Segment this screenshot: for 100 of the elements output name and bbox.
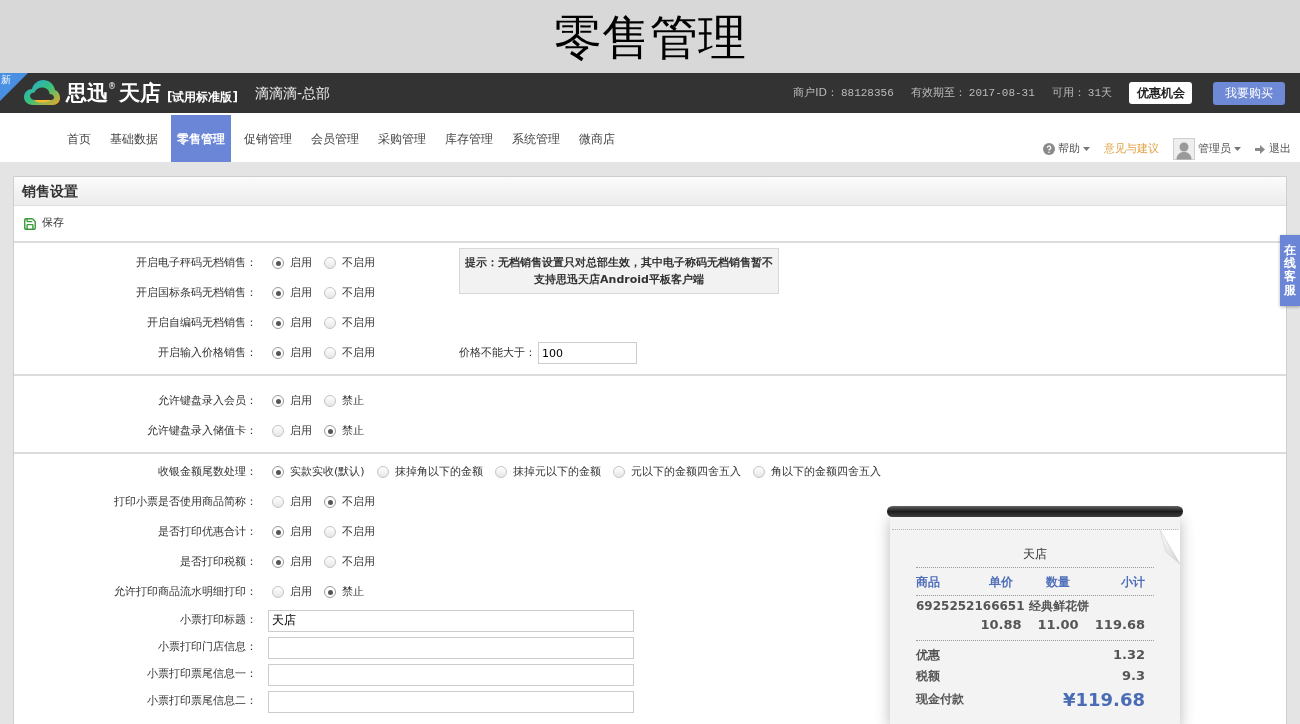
radio-button[interactable] bbox=[324, 257, 336, 269]
save-icon bbox=[23, 216, 37, 231]
brand-name: 思迅 bbox=[66, 82, 108, 104]
nav-tab[interactable]: 库存管理 bbox=[439, 115, 499, 162]
receipt-total-label: 税额 bbox=[916, 667, 940, 685]
radio-label: 元以下的金额四舍五入 bbox=[630, 463, 741, 480]
user-menu[interactable]: 管理员 bbox=[1173, 138, 1241, 160]
help-menu[interactable]: 帮助 bbox=[1043, 138, 1090, 160]
radio-label: 不启用 bbox=[342, 254, 375, 271]
nav-tab[interactable]: 零售管理 bbox=[171, 115, 231, 162]
nav-tab[interactable]: 基础数据 bbox=[104, 115, 164, 162]
caret-icon bbox=[1234, 147, 1241, 151]
text-input[interactable]: 天店 bbox=[268, 609, 634, 632]
receipt-total-value: ¥119.68 bbox=[1063, 687, 1145, 712]
radio-label: 禁止 bbox=[342, 422, 364, 439]
nav-tab[interactable]: 采购管理 bbox=[372, 115, 432, 162]
receipt-total-value: 9.3 bbox=[1121, 666, 1145, 685]
radio-label: 抹掉角以下的金额 bbox=[394, 463, 483, 480]
header-button[interactable]: 优惠机会 bbox=[1129, 82, 1192, 104]
receipt-item-price: 10.88 bbox=[979, 616, 1023, 635]
radio-button[interactable] bbox=[272, 287, 284, 299]
setting-label: 开启国标条码无档销售： bbox=[136, 284, 257, 301]
setting-label: 小票打印标题： bbox=[180, 612, 257, 629]
radio-label: 实款实收(默认) bbox=[290, 463, 365, 480]
radio-button[interactable] bbox=[324, 496, 336, 508]
receipt-total-value: 1.32 bbox=[1112, 645, 1145, 664]
price-limit-input[interactable]: 100 bbox=[538, 342, 637, 364]
nav-tab[interactable]: 首页 bbox=[61, 115, 97, 162]
online-service-tab[interactable]: 在线客服 bbox=[1280, 235, 1300, 306]
receipt-column-header: 数量 bbox=[1045, 573, 1071, 591]
radio-button[interactable] bbox=[272, 466, 284, 478]
account-info-value: 2017-08-31 bbox=[968, 85, 1035, 101]
text-input[interactable] bbox=[268, 663, 634, 686]
radio-label: 启用 bbox=[290, 553, 312, 570]
radio-button[interactable] bbox=[324, 556, 336, 568]
receipt-item-subtotal: 119.68 bbox=[1093, 616, 1145, 635]
radio-label: 禁止 bbox=[342, 392, 364, 409]
radio-button[interactable] bbox=[272, 317, 284, 329]
setting-label: 开启电子秤码无档销售： bbox=[136, 254, 257, 271]
text-input[interactable] bbox=[268, 636, 634, 659]
radio-button[interactable] bbox=[324, 425, 336, 437]
radio-label: 不启用 bbox=[342, 553, 375, 570]
radio-label: 启用 bbox=[290, 583, 312, 600]
receipt-title: 天店 bbox=[1023, 546, 1047, 563]
radio-button[interactable] bbox=[494, 466, 507, 478]
radio-label: 抹掉元以下的金额 bbox=[512, 463, 601, 480]
setting-label: 是否打印税额： bbox=[180, 553, 257, 570]
text-input[interactable] bbox=[268, 690, 634, 713]
setting-label: 小票打印门店信息： bbox=[158, 639, 257, 656]
radio-label: 启用 bbox=[290, 493, 312, 510]
setting-label: 打印小票是否使用商品简称： bbox=[114, 493, 257, 510]
radio-button[interactable] bbox=[272, 586, 284, 598]
radio-button[interactable] bbox=[324, 526, 336, 538]
radio-button[interactable] bbox=[752, 466, 765, 478]
radio-button[interactable] bbox=[272, 425, 284, 437]
radio-label: 角以下的金额四舍五入 bbox=[770, 463, 881, 480]
nav-tab[interactable]: 微商店 bbox=[573, 115, 621, 162]
radio-label: 不启用 bbox=[342, 523, 375, 540]
setting-label: 是否打印优惠合计： bbox=[158, 523, 257, 540]
price-limit-label: 价格不能大于： bbox=[459, 344, 536, 361]
radio-button[interactable] bbox=[324, 287, 336, 299]
radio-label: 不启用 bbox=[342, 344, 375, 361]
logout-link[interactable]: 退出 bbox=[1255, 138, 1291, 160]
nav-tab[interactable]: 会员管理 bbox=[305, 115, 365, 162]
setting-label: 小票打印票尾信息一： bbox=[147, 666, 257, 683]
radio-button[interactable] bbox=[376, 466, 389, 478]
account-info-label: 可用： bbox=[1051, 84, 1085, 101]
radio-button[interactable] bbox=[612, 466, 625, 478]
radio-button[interactable] bbox=[324, 347, 336, 359]
avatar-icon bbox=[1173, 138, 1195, 160]
radio-button[interactable] bbox=[272, 526, 284, 538]
account-info-label: 有效期至： bbox=[910, 84, 966, 101]
radio-label: 不启用 bbox=[342, 493, 375, 510]
radio-button[interactable] bbox=[324, 586, 336, 598]
radio-button[interactable] bbox=[324, 395, 336, 407]
radio-button[interactable] bbox=[272, 556, 284, 568]
radio-label: 启用 bbox=[290, 254, 312, 271]
radio-button[interactable] bbox=[272, 395, 284, 407]
caret-icon bbox=[1083, 147, 1090, 151]
save-button[interactable]: 保存 bbox=[23, 215, 64, 232]
receipt-item-name: 6925252166651 经典鲜花饼 bbox=[916, 598, 1089, 615]
radio-button[interactable] bbox=[324, 317, 336, 329]
setting-label: 小票打印票尾信息二： bbox=[147, 693, 257, 710]
radio-button[interactable] bbox=[272, 257, 284, 269]
radio-label: 启用 bbox=[290, 523, 312, 540]
arrow-right-icon bbox=[1255, 144, 1265, 154]
cloud-logo-icon bbox=[24, 80, 60, 106]
radio-label: 启用 bbox=[290, 422, 312, 439]
page-title: 零售管理 bbox=[554, 12, 746, 61]
nav-tab[interactable]: 促销管理 bbox=[238, 115, 298, 162]
radio-label: 禁止 bbox=[342, 583, 364, 600]
radio-button[interactable] bbox=[272, 496, 284, 508]
nav-tab[interactable]: 系统管理 bbox=[506, 115, 566, 162]
radio-label: 不启用 bbox=[342, 314, 375, 331]
radio-button[interactable] bbox=[272, 347, 284, 359]
setting-label: 收银金额尾数处理： bbox=[158, 463, 257, 480]
receipt-column-header: 单价 bbox=[988, 573, 1014, 591]
setting-label: 允许键盘录入会员： bbox=[158, 392, 257, 409]
panel-title: 销售设置 bbox=[22, 181, 78, 201]
help-icon bbox=[1043, 143, 1055, 155]
